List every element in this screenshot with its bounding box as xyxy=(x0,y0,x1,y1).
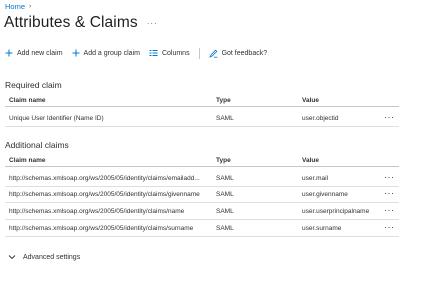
page-title: Attributes & Claims xyxy=(4,14,138,31)
column-header-claim-name: Claim name xyxy=(9,97,46,104)
feedback-icon xyxy=(208,49,218,58)
claim-type-cell: SAML xyxy=(216,175,234,182)
claim-type-cell: SAML xyxy=(216,115,234,122)
feedback-label: Got feedback? xyxy=(221,49,268,57)
claim-value-cell: user.objectid xyxy=(302,115,339,122)
plus-icon xyxy=(72,49,80,57)
row-more-icon[interactable]: ··· xyxy=(384,112,395,122)
add-new-claim-button[interactable]: Add new claim xyxy=(5,49,63,57)
required-claim-heading: Required claim xyxy=(5,80,62,90)
columns-icon xyxy=(149,49,158,57)
advanced-settings-label: Advanced settings xyxy=(23,253,81,261)
required-grid-header: Claim name Type Value xyxy=(5,94,399,107)
claim-type-cell: SAML xyxy=(216,191,234,198)
claim-name-cell: http://schemas.xmlsoap.org/ws/2005/05/id… xyxy=(9,191,200,198)
breadcrumb-home-link[interactable]: Home xyxy=(5,2,25,11)
breadcrumb-separator: › xyxy=(29,2,32,10)
claim-type-cell: SAML xyxy=(216,208,234,215)
column-header-type: Type xyxy=(216,97,231,104)
claim-type-cell: SAML xyxy=(216,225,234,232)
claim-name-cell: http://schemas.xmlsoap.org/ws/2005/05/id… xyxy=(9,225,194,232)
advanced-settings-toggle[interactable]: Advanced settings xyxy=(8,251,80,263)
claim-name-cell: http://schemas.xmlsoap.org/ws/2005/05/id… xyxy=(9,208,185,215)
claim-name-cell: http://schemas.xmlsoap.org/ws/2005/05/id… xyxy=(9,175,200,182)
row-more-icon[interactable]: ··· xyxy=(384,222,395,232)
column-header-value: Value xyxy=(302,97,319,104)
table-row[interactable]: http://schemas.xmlsoap.org/ws/2005/05/id… xyxy=(5,204,399,220)
column-header-value: Value xyxy=(302,157,319,164)
claim-value-cell: user.surname xyxy=(302,225,342,232)
claim-value-cell: user.userprincipalname xyxy=(302,208,370,215)
add-group-claim-label: Add a group claim xyxy=(83,49,140,57)
chevron-down-icon xyxy=(8,254,16,260)
table-row[interactable]: http://schemas.xmlsoap.org/ws/2005/05/id… xyxy=(5,221,399,237)
row-more-icon[interactable]: ··· xyxy=(384,172,395,182)
toolbar: Add new claim Add a group claim Columns xyxy=(5,47,276,59)
column-header-type: Type xyxy=(216,157,231,164)
columns-label: Columns xyxy=(161,49,190,57)
additional-claims-heading: Additional claims xyxy=(5,140,69,150)
breadcrumb: Home › xyxy=(5,1,31,11)
claim-value-cell: user.mail xyxy=(302,175,329,182)
row-more-icon[interactable]: ··· xyxy=(384,188,395,198)
plus-icon xyxy=(5,49,13,57)
claim-name-cell: Unique User Identifier (Name ID) xyxy=(9,115,104,122)
columns-button[interactable]: Columns xyxy=(149,49,190,57)
page-more-icon[interactable]: ··· xyxy=(147,19,158,28)
feedback-button[interactable]: Got feedback? xyxy=(208,49,268,58)
additional-grid-header: Claim name Type Value xyxy=(5,154,399,167)
attributes-claims-page: Home › Attributes & Claims ··· Add new c… xyxy=(0,0,439,282)
column-header-claim-name: Claim name xyxy=(9,157,46,164)
table-row[interactable]: Unique User Identifier (Name ID) SAML us… xyxy=(5,111,399,127)
title-row: Attributes & Claims ··· xyxy=(4,12,158,34)
table-row[interactable]: http://schemas.xmlsoap.org/ws/2005/05/id… xyxy=(5,171,399,187)
add-new-claim-label: Add new claim xyxy=(17,49,63,57)
claim-value-cell: user.givenname xyxy=(302,191,348,198)
toolbar-divider xyxy=(198,47,200,59)
row-more-icon[interactable]: ··· xyxy=(384,205,395,215)
add-group-claim-button[interactable]: Add a group claim xyxy=(72,49,140,57)
table-row[interactable]: http://schemas.xmlsoap.org/ws/2005/05/id… xyxy=(5,187,399,203)
